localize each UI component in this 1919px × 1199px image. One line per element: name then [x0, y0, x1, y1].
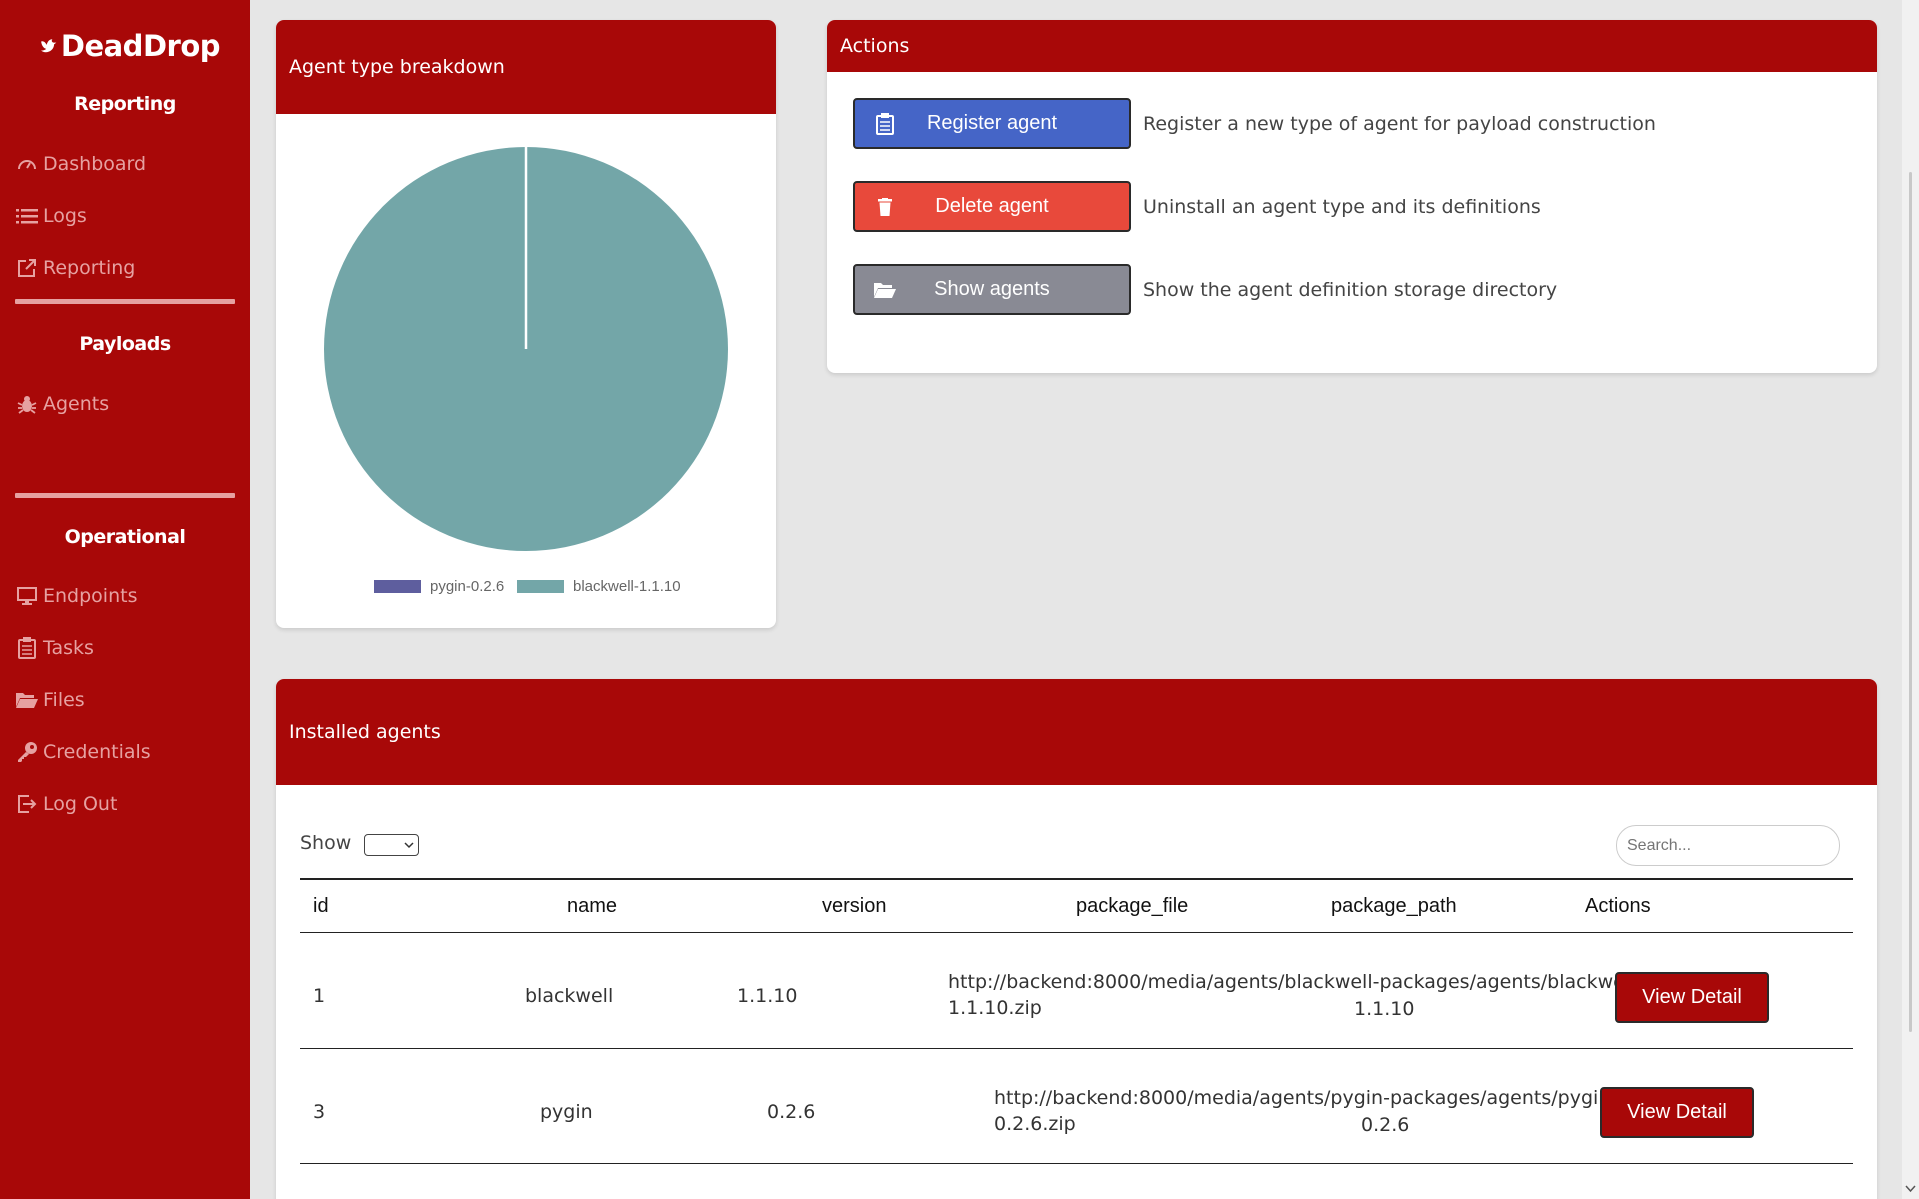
installed-agents-title: Installed agents: [289, 721, 441, 743]
column-header-actions[interactable]: Actions: [1585, 895, 1651, 918]
delete-agent-button[interactable]: Delete agent: [853, 181, 1131, 232]
sidebar-item-label: Logs: [43, 205, 87, 227]
register-agent-label: Register agent: [926, 112, 1058, 134]
brand-name: DeadDrop: [60, 29, 221, 63]
sidebar-item-label: Reporting: [43, 257, 136, 279]
legend-swatch-blackwell-1.1.10[interactable]: [517, 580, 564, 593]
clipboard-icon: [855, 112, 915, 135]
show-agents-button[interactable]: Show agents: [853, 264, 1131, 315]
column-header-version[interactable]: version: [822, 895, 886, 918]
cell-id: 1: [313, 985, 326, 1007]
dove-icon: [41, 39, 57, 53]
cell-version: 1.1.10: [737, 985, 798, 1007]
sidebar-item-label: Tasks: [43, 637, 94, 659]
cell-id: 3: [313, 1101, 326, 1123]
legend-label-pygin-0.2.6[interactable]: pygin-0.2.6: [430, 578, 504, 595]
register-agent-button[interactable]: Register agent: [853, 98, 1131, 149]
legend-swatch-pygin-0.2.6[interactable]: [374, 580, 421, 593]
column-header-package-path[interactable]: package_path: [1331, 895, 1457, 918]
actions-card-header: Actions: [827, 20, 1877, 72]
sidebar-item-label: Files: [43, 689, 85, 711]
column-header-name[interactable]: name: [567, 895, 617, 918]
table-header-bottom-border: [300, 932, 1853, 933]
sidebar-divider: [15, 299, 235, 304]
breakdown-card-header: Agent type breakdown: [276, 20, 776, 114]
breakdown-card: Agent type breakdown pygin-0.2.6 blackwel…: [276, 20, 776, 628]
cell-package-file: http://backend:8000/media/agents/blackwe…: [948, 971, 1643, 1019]
clipboard-icon: [15, 636, 39, 660]
legend-label-blackwell-1.1.10[interactable]: blackwell-1.1.10: [573, 578, 681, 595]
cell-name: pygin: [540, 1101, 593, 1123]
scrollbar-thumb[interactable]: [1909, 172, 1912, 1032]
cell-package-path: 1.1.10: [1354, 998, 1415, 1020]
pie-chart: pygin-0.2.6 blackwell-1.1.10: [324, 147, 728, 595]
cell-package-path: 0.2.6: [1361, 1114, 1410, 1136]
search-input[interactable]: [1616, 825, 1840, 866]
sidebar-item-label: Log Out: [43, 793, 118, 815]
sidebar-item-agents[interactable]: Agents: [15, 386, 109, 422]
sidebar-item-dashboard[interactable]: Dashboard: [15, 146, 146, 182]
sidebar-divider: [15, 493, 235, 498]
show-agents-label: Show agents: [934, 278, 1050, 300]
sidebar-item-reporting[interactable]: Reporting: [15, 250, 135, 286]
breakdown-title: Agent type breakdown: [289, 56, 505, 78]
bug-icon: [15, 392, 39, 416]
entries-per-page-select[interactable]: [364, 834, 419, 856]
cell-package-file: http://backend:8000/media/agents/pygin-p…: [994, 1087, 1618, 1135]
register-agent-description: Register a new type of agent for payload…: [1143, 112, 1656, 135]
section-heading-reporting: Reporting: [74, 93, 176, 115]
section-heading-payloads: Payloads: [79, 333, 171, 355]
sidebar-item-label: Agents: [43, 393, 110, 415]
row-divider: [300, 1048, 1853, 1049]
key-icon: [15, 740, 39, 764]
show-agents-description: Show the agent definition storage direct…: [1143, 278, 1558, 301]
trash-icon: [855, 197, 915, 216]
sidebar-item-endpoints[interactable]: Endpoints: [15, 578, 137, 614]
installed-agents-header: Installed agents: [276, 679, 1877, 785]
cell-version: 0.2.6: [767, 1101, 816, 1123]
cell-name: blackwell: [525, 985, 614, 1007]
row-divider: [300, 1163, 1853, 1164]
monitor-icon: [15, 584, 39, 608]
folder-open-icon: [15, 688, 39, 712]
external-link-icon: [15, 256, 39, 280]
delete-agent-label: Delete agent: [935, 195, 1049, 217]
sidebar: DeadDrop Reporting Dashboard Logs Report…: [0, 0, 250, 1199]
sidebar-item-files[interactable]: Files: [15, 682, 85, 718]
actions-title: Actions: [840, 35, 910, 57]
table-header-top-border: [300, 878, 1853, 880]
delete-agent-description: Uninstall an agent type and its definiti…: [1143, 195, 1541, 218]
sidebar-item-credentials[interactable]: Credentials: [15, 734, 151, 770]
sidebar-item-label: Endpoints: [43, 585, 138, 607]
folder-open-icon: [855, 281, 915, 299]
view-detail-button[interactable]: View Detail: [1600, 1087, 1754, 1138]
sidebar-item-logs[interactable]: Logs: [15, 198, 87, 234]
actions-card: Actions Register agent Register a new ty…: [827, 20, 1877, 373]
show-entries-label: Show: [300, 832, 352, 854]
column-header-package-file[interactable]: package_file: [1076, 895, 1188, 918]
sidebar-item-label: Dashboard: [43, 153, 147, 175]
sidebar-item-label: Credentials: [43, 741, 151, 763]
gauge-icon: [15, 152, 39, 176]
brand-logo[interactable]: DeadDrop: [40, 26, 221, 66]
sidebar-item-tasks[interactable]: Tasks: [15, 630, 94, 666]
scroll-down-arrow-icon[interactable]: [1905, 1185, 1916, 1193]
sidebar-item-log-out[interactable]: Log Out: [15, 786, 117, 822]
column-header-id[interactable]: id: [313, 895, 329, 918]
section-heading-operational: Operational: [64, 526, 186, 548]
list-icon: [15, 204, 39, 228]
sign-out-icon: [15, 792, 39, 816]
chevron-down-icon: [404, 841, 414, 848]
view-detail-button[interactable]: View Detail: [1615, 972, 1769, 1023]
